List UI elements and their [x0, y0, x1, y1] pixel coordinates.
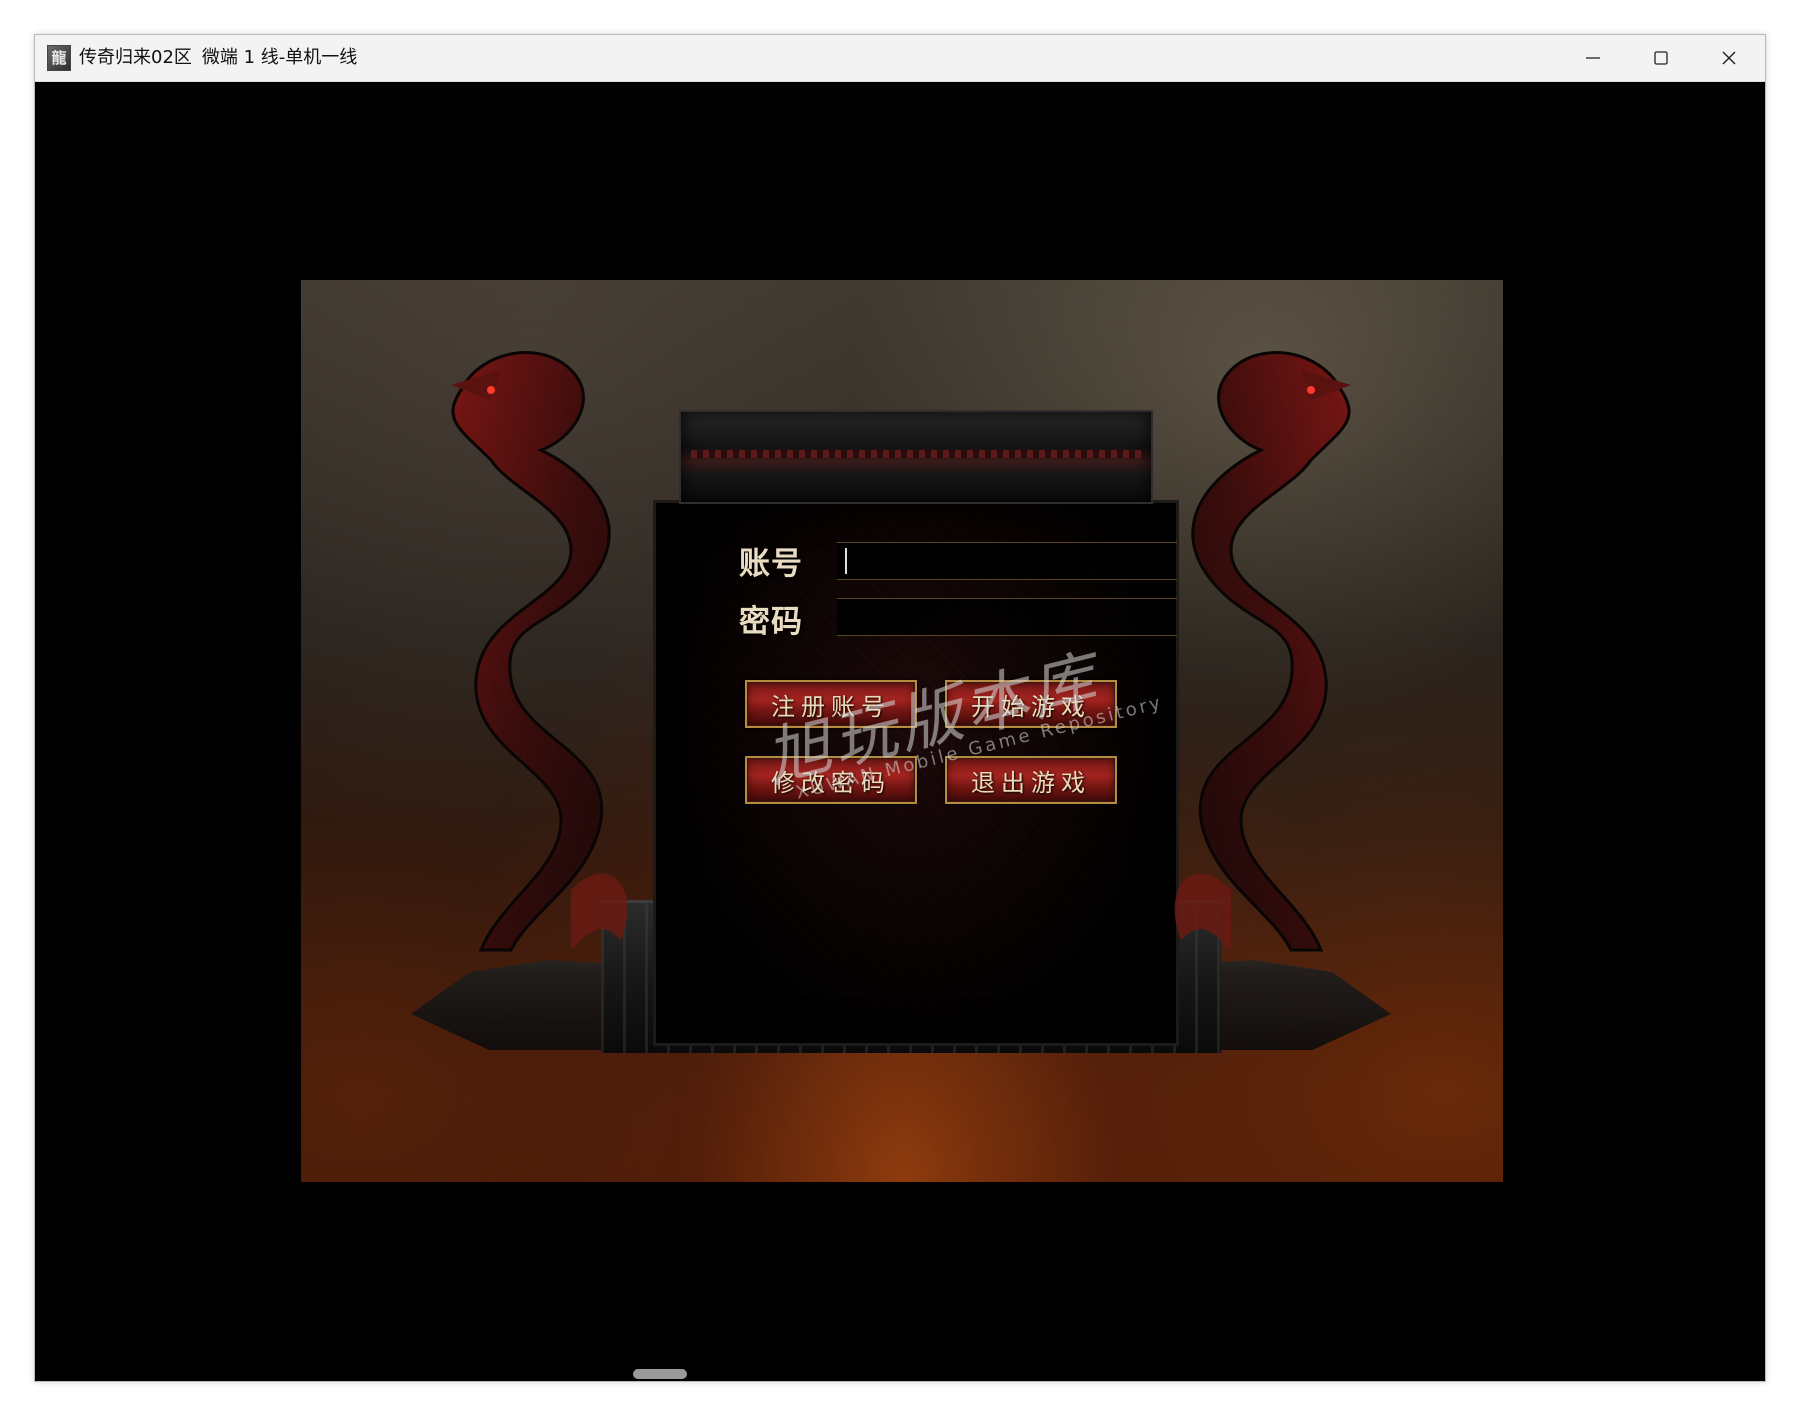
account-label: 账号 — [739, 546, 803, 582]
dragon-left-icon — [451, 351, 628, 952]
text-caret — [845, 548, 847, 574]
minimize-icon — [1586, 57, 1600, 59]
close-icon — [1722, 51, 1736, 65]
game-viewport: 账号 密码 注册账号 开始游戏 修改密码 退出游戏 旭玩版本库 XUWAN Mo… — [35, 82, 1765, 1381]
gate-lintel — [679, 410, 1153, 504]
dragon-right-icon — [1174, 351, 1351, 952]
window-title-line: 微端 1 线-单机一线 — [201, 47, 358, 68]
game-window: 龍 传奇归来02区 微端 1 线-单机一线 账号 密码 注册账号 开始游戏 修改… — [34, 34, 1766, 1382]
maximize-icon — [1654, 51, 1668, 65]
window-title-game: 传奇归来02区 — [79, 47, 192, 68]
maximize-button[interactable] — [1627, 35, 1695, 81]
close-button[interactable] — [1695, 35, 1763, 81]
account-input[interactable] — [837, 542, 1177, 580]
window-title: 传奇归来02区 微端 1 线-单机一线 — [79, 35, 357, 81]
scrollbar-thumb[interactable] — [633, 1369, 687, 1379]
exit-game-button[interactable]: 退出游戏 — [945, 756, 1117, 804]
start-game-button[interactable]: 开始游戏 — [945, 680, 1117, 728]
password-input[interactable] — [837, 598, 1177, 636]
register-account-button[interactable]: 注册账号 — [745, 680, 917, 728]
login-scene: 账号 密码 注册账号 开始游戏 修改密码 退出游戏 旭玩版本库 XUWAN Mo… — [301, 280, 1503, 1182]
password-label: 密码 — [739, 604, 803, 640]
title-bar[interactable]: 龍 传奇归来02区 微端 1 线-单机一线 — [35, 35, 1765, 82]
app-icon: 龍 — [47, 45, 71, 71]
horizontal-scrollbar[interactable] — [35, 1367, 1765, 1381]
minimize-button[interactable] — [1559, 35, 1627, 81]
change-password-button[interactable]: 修改密码 — [745, 756, 917, 804]
